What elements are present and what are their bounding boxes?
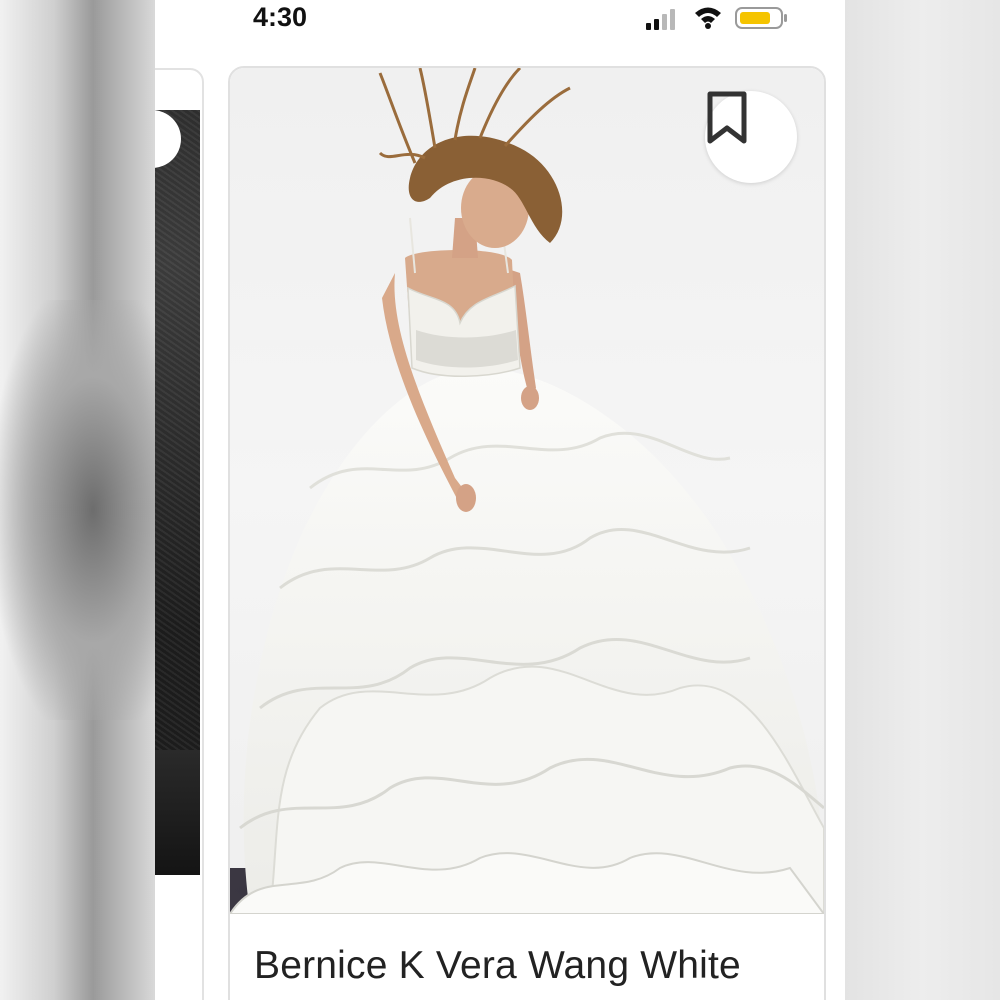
blurred-backdrop-left <box>0 0 155 1000</box>
signal-icon <box>646 9 675 30</box>
product-card[interactable]: Bernice K Vera Wang White <box>228 66 826 1000</box>
product-image[interactable] <box>230 68 824 914</box>
wedding-gown-illustration <box>230 68 824 914</box>
wifi-icon <box>695 7 721 29</box>
phone-screen: 4:30 Bernice K Vera Wang White <box>155 0 845 1000</box>
bookmark-icon <box>707 91 747 144</box>
status-bar: 4:30 <box>155 0 845 40</box>
status-time: 4:30 <box>253 2 308 32</box>
product-title[interactable]: Bernice K Vera Wang White <box>254 944 741 988</box>
previous-product-image <box>155 110 200 875</box>
blurred-backdrop-right <box>845 0 1000 1000</box>
previous-product-card[interactable] <box>155 68 204 1000</box>
battery-icon <box>735 7 787 29</box>
bookmark-button[interactable] <box>705 91 797 183</box>
